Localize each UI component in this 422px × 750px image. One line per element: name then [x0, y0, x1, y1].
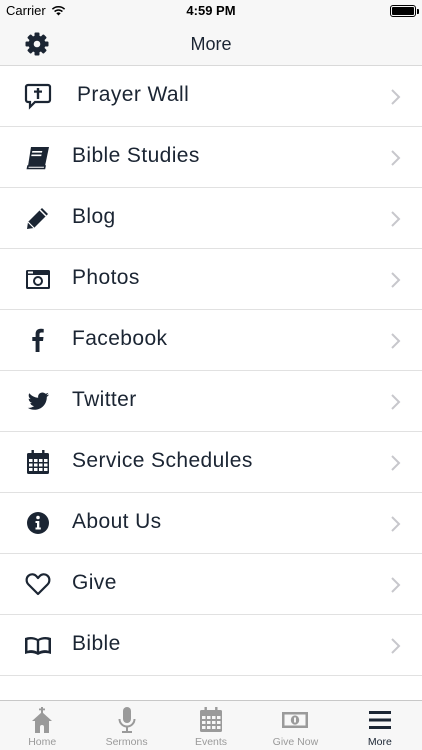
status-bar: Carrier 4:59 PM — [0, 0, 422, 22]
page-title: More — [190, 34, 232, 54]
chevron-right-icon — [391, 394, 401, 410]
menu-item-bible-studies[interactable]: Bible Studies — [0, 127, 422, 188]
more-menu-list: Prayer Wall Bible Studies Blog Photos Fa… — [0, 66, 422, 676]
chevron-right-icon — [391, 211, 401, 227]
menu-item-label: Prayer Wall — [77, 83, 190, 106]
menu-item-label: Bible Studies — [72, 144, 200, 167]
menu-item-label: About Us — [72, 510, 162, 533]
chevron-right-icon — [391, 516, 401, 532]
menu-item-photos[interactable]: Photos — [0, 249, 422, 310]
tab-give-now[interactable]: Give Now — [253, 701, 337, 750]
menu-item-label: Twitter — [72, 388, 137, 411]
chevron-right-icon — [391, 455, 401, 471]
menu-item-label: Bible — [72, 632, 121, 655]
book-icon — [26, 147, 49, 170]
chevron-right-icon — [391, 577, 401, 593]
tab-home[interactable]: Home — [0, 701, 84, 750]
menu-item-label: Give — [72, 571, 117, 594]
menu-item-label: Blog — [72, 205, 116, 228]
prayer-bubble-icon — [24, 83, 52, 110]
tab-bar: Home Sermons Events Give Now More — [0, 700, 422, 750]
tab-label: Give Now — [272, 736, 319, 748]
menu-item-prayer-wall[interactable]: Prayer Wall — [0, 66, 422, 127]
tab-label: More — [367, 736, 392, 748]
menu-item-label: Facebook — [72, 327, 168, 350]
tab-more[interactable]: More — [338, 701, 422, 750]
tab-label: Events — [194, 736, 228, 748]
menu-item-label: Service Schedules — [72, 449, 253, 472]
tab-label: Home — [28, 736, 57, 748]
menu-item-give[interactable]: Give — [0, 554, 422, 615]
chevron-right-icon — [391, 272, 401, 288]
status-time: 4:59 PM — [186, 3, 236, 18]
twitter-icon — [27, 392, 49, 410]
tab-events[interactable]: Events — [169, 701, 253, 750]
chevron-right-icon — [391, 150, 401, 166]
menu-item-service-schedules[interactable]: Service Schedules — [0, 432, 422, 493]
chevron-right-icon — [391, 638, 401, 654]
tab-sermons[interactable]: Sermons — [84, 701, 168, 750]
nav-bar: More — [0, 22, 422, 66]
info-icon — [27, 512, 49, 534]
calendar-icon — [27, 450, 49, 474]
menu-item-label: Photos — [72, 266, 140, 289]
money-icon — [282, 712, 309, 728]
chevron-right-icon — [391, 333, 401, 349]
pencil-icon — [27, 208, 48, 229]
menu-item-blog[interactable]: Blog — [0, 188, 422, 249]
battery-icon — [390, 5, 419, 17]
chevron-right-icon — [391, 89, 401, 105]
open-book-icon — [25, 636, 51, 655]
menu-item-twitter[interactable]: Twitter — [0, 371, 422, 432]
camera-icon — [26, 270, 50, 289]
microphone-icon — [118, 707, 136, 733]
hamburger-icon — [368, 711, 391, 729]
menu-item-about-us[interactable]: About Us — [0, 493, 422, 554]
tab-label: Sermons — [105, 736, 148, 748]
facebook-icon — [32, 328, 44, 352]
heart-icon — [25, 573, 51, 596]
church-icon — [32, 707, 53, 733]
menu-item-bible[interactable]: Bible — [0, 615, 422, 676]
calendar-icon — [200, 707, 223, 732]
menu-item-facebook[interactable]: Facebook — [0, 310, 422, 371]
